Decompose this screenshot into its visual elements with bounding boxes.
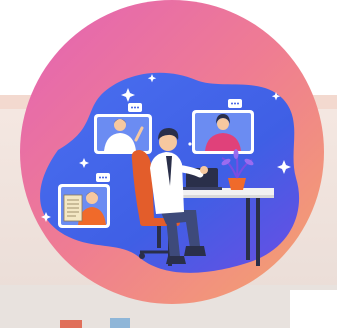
room-white-panel — [290, 290, 337, 328]
background-scene — [0, 0, 337, 328]
chat-bubble-icon — [96, 173, 110, 182]
conference-illustration — [0, 0, 337, 328]
chat-bubble-icon — [228, 99, 242, 108]
chat-bubble-icon — [128, 103, 142, 112]
room-blue-object — [110, 318, 130, 328]
document-icon — [63, 194, 83, 222]
room-red-object — [60, 320, 82, 328]
